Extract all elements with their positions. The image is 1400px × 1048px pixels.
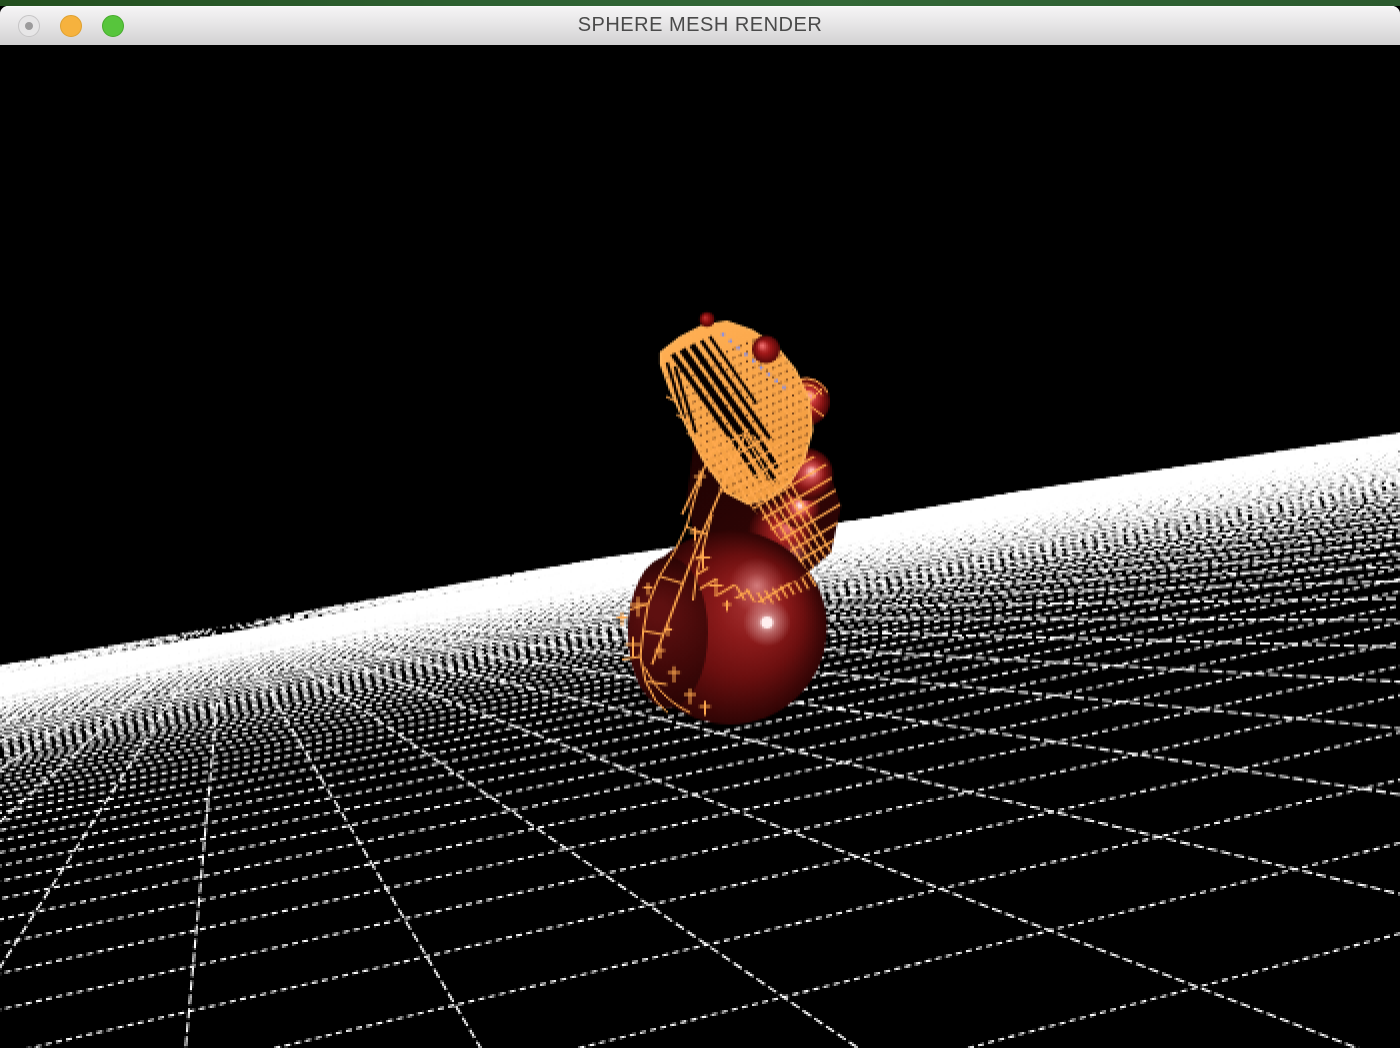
screen: SPHERE MESH RENDER	[0, 0, 1400, 1048]
window-titlebar[interactable]: SPHERE MESH RENDER	[0, 6, 1400, 45]
render-viewport	[0, 45, 1400, 1048]
window-title: SPHERE MESH RENDER	[0, 6, 1400, 45]
app-window: SPHERE MESH RENDER	[0, 0, 1400, 1048]
